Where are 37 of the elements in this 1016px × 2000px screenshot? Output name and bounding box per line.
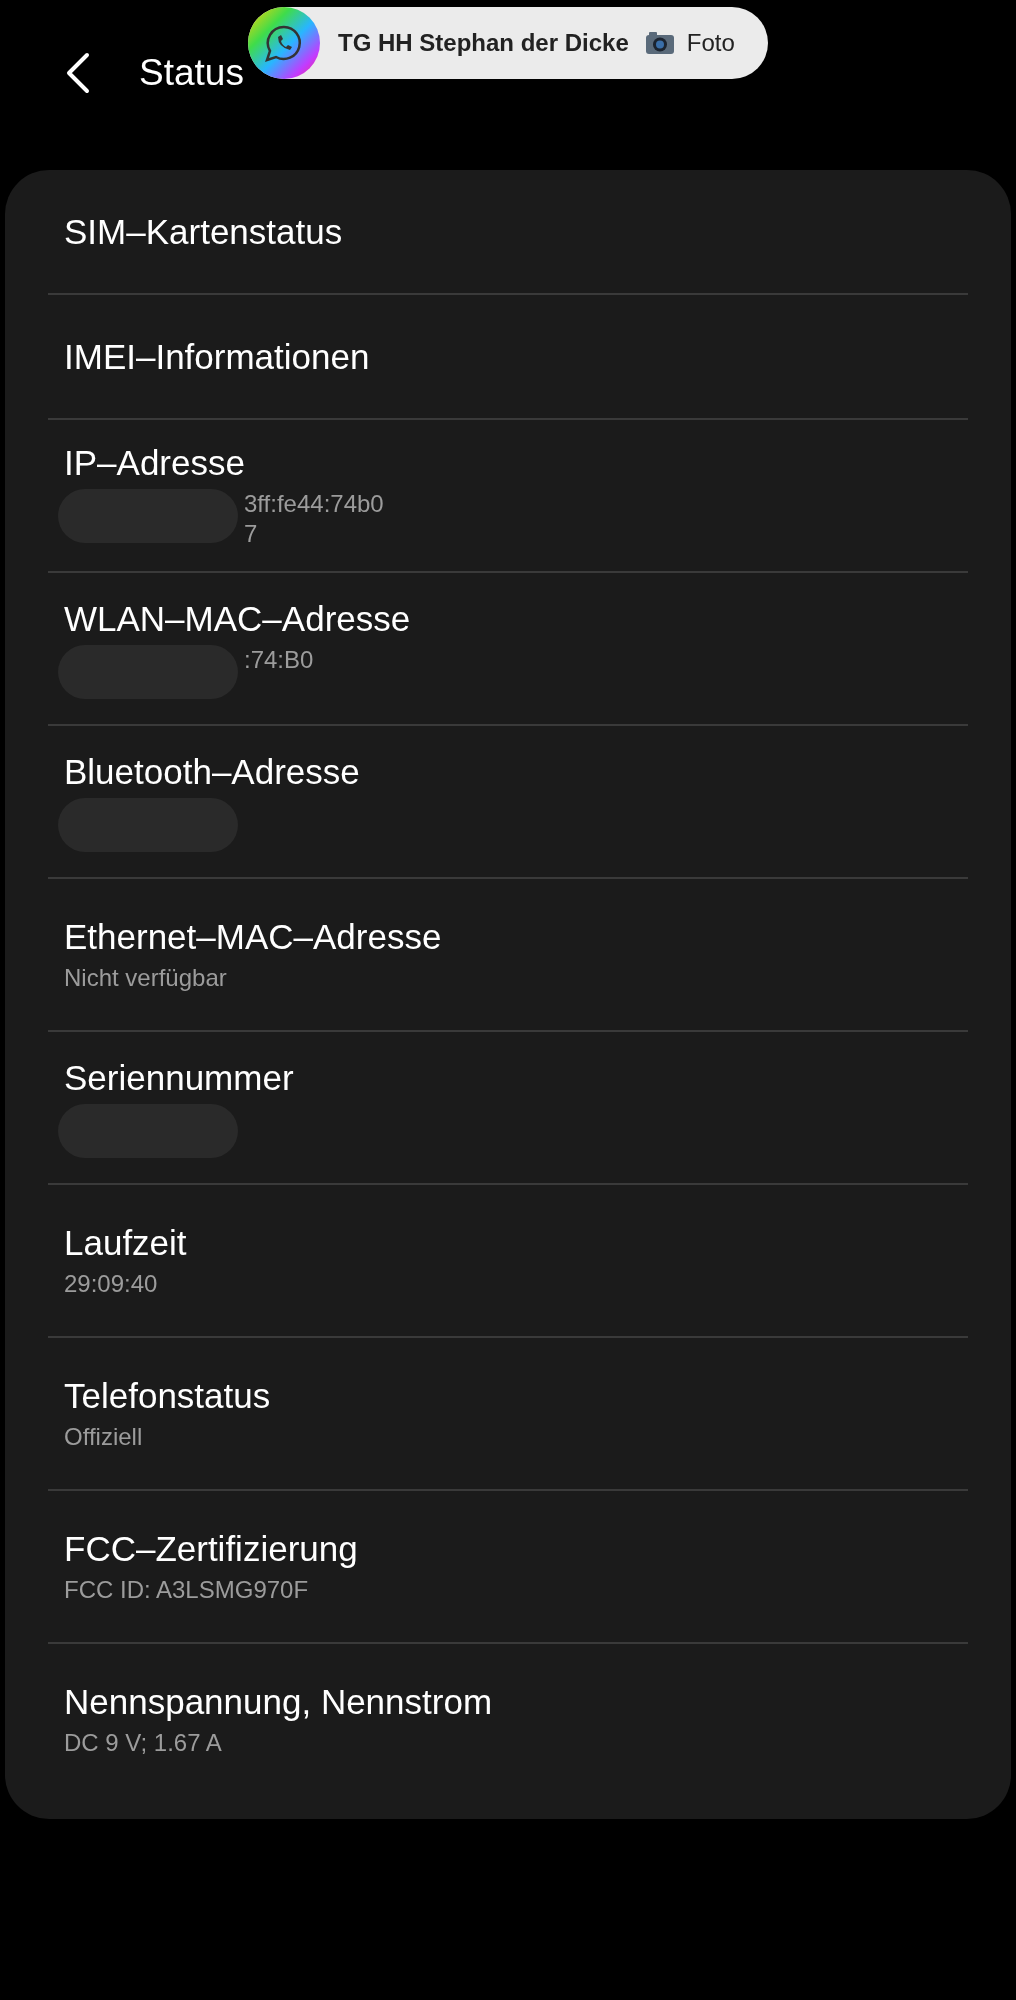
settings-item[interactable]: Nennspannung, Nennstrom DC 9 V; 1.67 A (5, 1644, 1011, 1795)
settings-item[interactable]: SIM–Kartenstatus (5, 170, 1011, 293)
camera-icon (644, 31, 675, 55)
item-value: :74:B0 (244, 644, 314, 675)
item-title: IP–Adresse (64, 442, 246, 483)
settings-item[interactable]: Seriennummer (5, 1032, 1011, 1183)
item-value: FCC ID: A3LSMG970F (64, 1574, 309, 1605)
settings-item[interactable]: IP–Adresse 3ff:fe44:74b0 7 (5, 420, 1011, 571)
item-title: FCC–Zertifizierung (64, 1528, 359, 1569)
settings-item[interactable]: Bluetooth–Adresse (5, 726, 1011, 877)
settings-item[interactable]: WLAN–MAC–Adresse :74:B0 (5, 573, 1011, 724)
item-title: Seriennummer (64, 1057, 295, 1098)
notification-banner[interactable]: TG HH Stephan der Dicke Foto (248, 7, 768, 79)
settings-item[interactable]: Laufzeit 29:09:40 (5, 1185, 1011, 1336)
item-value: 7 (244, 518, 259, 549)
settings-item[interactable]: IMEI–Informationen (5, 295, 1011, 418)
item-title: Telefonstatus (64, 1375, 272, 1416)
settings-item[interactable]: Telefonstatus Offiziell (5, 1338, 1011, 1489)
item-value: 3ff:fe44:74b0 (244, 488, 384, 519)
item-value: 29:09:40 (64, 1268, 158, 1299)
item-title: Laufzeit (64, 1222, 188, 1263)
back-icon[interactable] (65, 52, 91, 94)
item-title: IMEI–Informationen (64, 336, 371, 377)
settings-item[interactable]: Ethernet–MAC–Adresse Nicht verfügbar (5, 879, 1011, 1030)
page-title: Status (139, 52, 244, 94)
item-title: WLAN–MAC–Adresse (64, 598, 412, 639)
item-title: Nennspannung, Nennstrom (64, 1681, 494, 1722)
item-title: Ethernet–MAC–Adresse (64, 916, 443, 957)
item-value: Offiziell (64, 1421, 143, 1452)
item-value: DC 9 V; 1.67 A (64, 1727, 222, 1758)
item-value: Nicht verfügbar (64, 962, 227, 993)
chat-app-icon (248, 7, 320, 79)
item-title: SIM–Kartenstatus (64, 211, 344, 252)
notification-title: TG HH Stephan der Dicke (338, 29, 629, 57)
settings-item[interactable]: FCC–Zertifizierung FCC ID: A3LSMG970F (5, 1491, 1011, 1642)
notification-text: Foto (686, 29, 735, 57)
item-title: Bluetooth–Adresse (64, 751, 361, 792)
